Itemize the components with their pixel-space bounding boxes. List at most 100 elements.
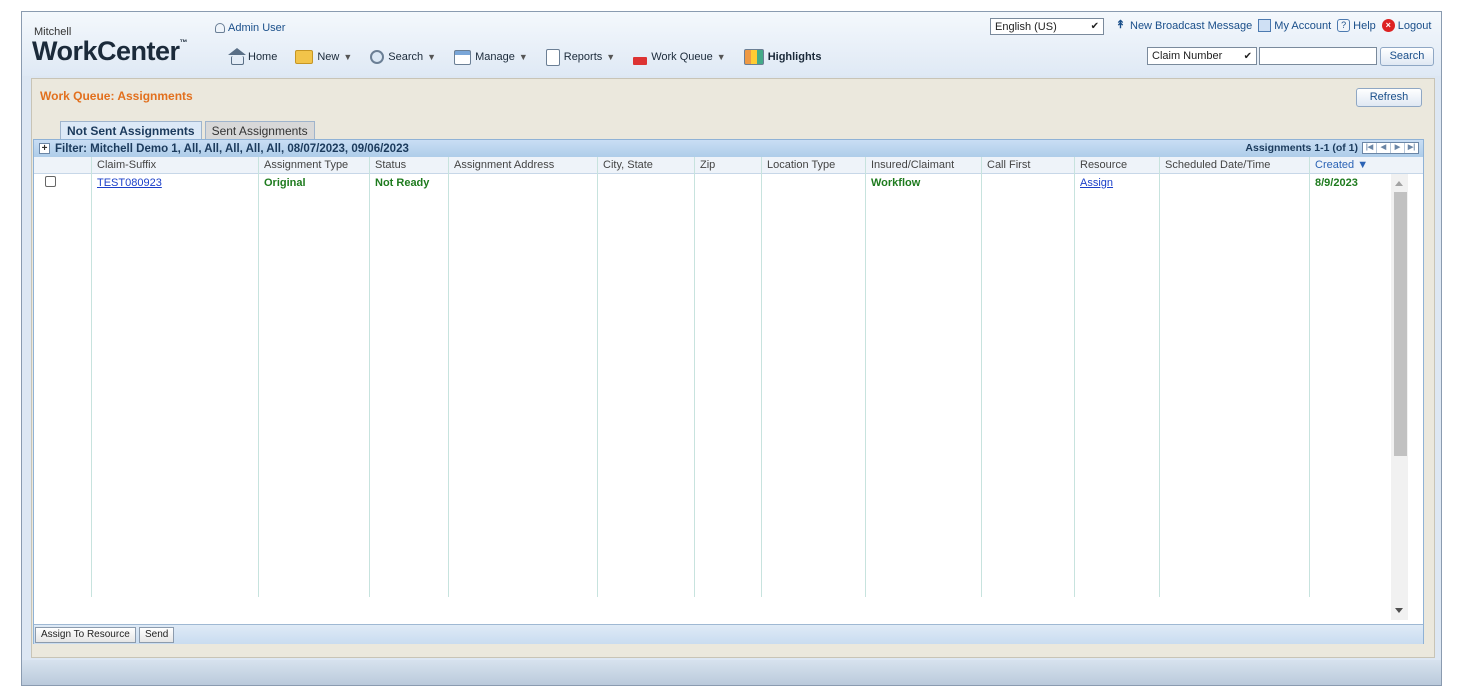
col-claim-suffix[interactable]: Claim-Suffix xyxy=(91,157,156,173)
filter-bar: + Filter: Mitchell Demo 1, All, All, All… xyxy=(34,140,1423,157)
nav-work-queue-label: Work Queue xyxy=(651,51,713,63)
chevron-down-icon: ▼ xyxy=(606,52,616,62)
user-link[interactable]: Admin User xyxy=(215,22,285,34)
help-label: Help xyxy=(1353,19,1376,32)
user-icon xyxy=(215,23,225,33)
logout-icon: × xyxy=(1381,19,1395,32)
logout-label: Logout xyxy=(1397,19,1432,32)
col-status[interactable]: Status xyxy=(369,157,406,173)
filter-text: Filter: Mitchell Demo 1, All, All, All, … xyxy=(55,142,409,155)
assign-to-resource-button[interactable]: Assign To Resource xyxy=(35,627,136,643)
pager: Assignments 1-1 (of 1) |◀ ◀ ▶ ▶| xyxy=(1245,142,1419,154)
created-cell: 8/9/2023 xyxy=(1315,177,1358,189)
assign-resource-link[interactable]: Assign xyxy=(1080,177,1113,189)
bottom-strip xyxy=(22,660,1441,685)
vertical-scrollbar[interactable] xyxy=(1391,174,1408,620)
header: Mitchell WorkCenter™ Admin User Home New… xyxy=(22,12,1441,76)
expand-filter-icon[interactable]: + xyxy=(39,143,50,154)
last-page-icon[interactable]: ▶| xyxy=(1405,143,1418,153)
col-assignment-address[interactable]: Assignment Address xyxy=(448,157,554,173)
tab-sent-assignments[interactable]: Sent Assignments xyxy=(204,121,315,139)
inbox-download-icon xyxy=(633,57,648,65)
page-title: Work Queue: Assignments xyxy=(40,89,193,103)
account-icon xyxy=(1258,19,1272,32)
refresh-button[interactable]: Refresh xyxy=(1356,88,1422,107)
col-assignment-type[interactable]: Assignment Type xyxy=(258,157,348,173)
col-zip[interactable]: Zip xyxy=(694,157,715,173)
broadcast-icon: ↟ xyxy=(1115,19,1126,31)
help-link[interactable]: ? Help xyxy=(1337,19,1376,32)
highlights-icon xyxy=(743,49,764,65)
nav-manage[interactable]: Manage ▼ xyxy=(454,49,528,65)
claim-suffix-link[interactable]: TEST080923 xyxy=(97,177,162,189)
my-account-link[interactable]: My Account xyxy=(1258,19,1331,32)
pager-text: Assignments 1-1 (of 1) xyxy=(1245,142,1358,154)
col-city-state[interactable]: City, State xyxy=(597,157,653,173)
nav-search-label: Search xyxy=(388,51,424,63)
row-checkbox[interactable] xyxy=(45,176,56,187)
user-name: Admin User xyxy=(228,22,286,34)
col-insured-claimant[interactable]: Insured/Claimant xyxy=(865,157,954,173)
grid-footer: Assign To Resource Send xyxy=(34,624,1423,644)
chevron-down-icon: ▼ xyxy=(343,52,353,62)
language-value: English (US) xyxy=(995,20,1057,33)
nav-home[interactable]: Home xyxy=(228,47,278,65)
column-divider xyxy=(1309,157,1310,597)
search-type-select[interactable]: Claim Number ✔ xyxy=(1147,47,1257,65)
status-cell: Not Ready xyxy=(375,177,430,189)
next-page-icon[interactable]: ▶ xyxy=(1391,143,1405,153)
search-input[interactable] xyxy=(1259,47,1377,65)
tab-not-sent-assignments[interactable]: Not Sent Assignments xyxy=(60,121,202,140)
column-divider xyxy=(448,157,449,597)
column-divider xyxy=(91,157,92,597)
send-button[interactable]: Send xyxy=(139,627,175,643)
col-call-first[interactable]: Call First xyxy=(981,157,1030,173)
nav-highlights[interactable]: Highlights xyxy=(743,49,822,65)
nav-search[interactable]: Search ▼ xyxy=(370,50,436,64)
folder-new-icon xyxy=(295,50,314,64)
report-icon xyxy=(545,48,560,66)
chevron-down-icon: ▼ xyxy=(716,52,726,62)
nav-new[interactable]: New ▼ xyxy=(295,50,352,64)
language-select[interactable]: English (US) ✔ xyxy=(990,18,1104,35)
column-divider xyxy=(369,157,370,597)
chevron-down-icon: ✔ xyxy=(1243,50,1252,62)
column-divider xyxy=(597,157,598,597)
scroll-down-icon[interactable] xyxy=(1395,608,1403,613)
col-created[interactable]: Created ▼ xyxy=(1309,157,1368,173)
col-location-type[interactable]: Location Type xyxy=(761,157,835,173)
nav-reports-label: Reports xyxy=(563,51,603,63)
col-scheduled-date-time[interactable]: Scheduled Date/Time xyxy=(1159,157,1270,173)
help-icon: ? xyxy=(1337,19,1351,32)
chevron-down-icon: ▼ xyxy=(427,52,437,62)
column-divider xyxy=(1159,157,1160,597)
column-divider xyxy=(258,157,259,597)
nav-work-queue[interactable]: Work Queue ▼ xyxy=(633,49,726,65)
broadcast-link[interactable]: ↟ New Broadcast Message xyxy=(1114,19,1252,32)
top-links: ↟ New Broadcast Message My Account ? Help … xyxy=(1114,19,1433,32)
pager-buttons: |◀ ◀ ▶ ▶| xyxy=(1362,142,1419,154)
assignment-type-cell: Original xyxy=(264,177,306,189)
nav-home-label: Home xyxy=(248,51,278,63)
logout-link[interactable]: × Logout xyxy=(1381,19,1432,32)
manage-icon xyxy=(454,49,472,65)
search-button[interactable]: Search xyxy=(1380,47,1434,66)
search-icon xyxy=(370,50,385,64)
home-icon xyxy=(228,47,246,65)
column-divider xyxy=(1074,157,1075,597)
column-divider xyxy=(761,157,762,597)
scrollbar-thumb[interactable] xyxy=(1394,192,1407,456)
search-type-value: Claim Number xyxy=(1152,50,1223,62)
nav-reports[interactable]: Reports ▼ xyxy=(545,48,616,66)
chevron-down-icon: ▼ xyxy=(518,52,528,62)
column-header: Claim-Suffix Assignment Type Status Assi… xyxy=(34,157,1423,174)
scroll-up-icon[interactable] xyxy=(1395,181,1403,186)
trademark: ™ xyxy=(179,38,188,47)
column-divider xyxy=(981,157,982,597)
prev-page-icon[interactable]: ◀ xyxy=(1377,143,1391,153)
chevron-down-icon: ✔ xyxy=(1090,21,1099,32)
col-resource[interactable]: Resource xyxy=(1074,157,1127,173)
first-page-icon[interactable]: |◀ xyxy=(1363,143,1377,153)
nav-highlights-label: Highlights xyxy=(767,51,822,63)
tab-bar: Not Sent Assignments Sent Assignments xyxy=(60,121,315,140)
